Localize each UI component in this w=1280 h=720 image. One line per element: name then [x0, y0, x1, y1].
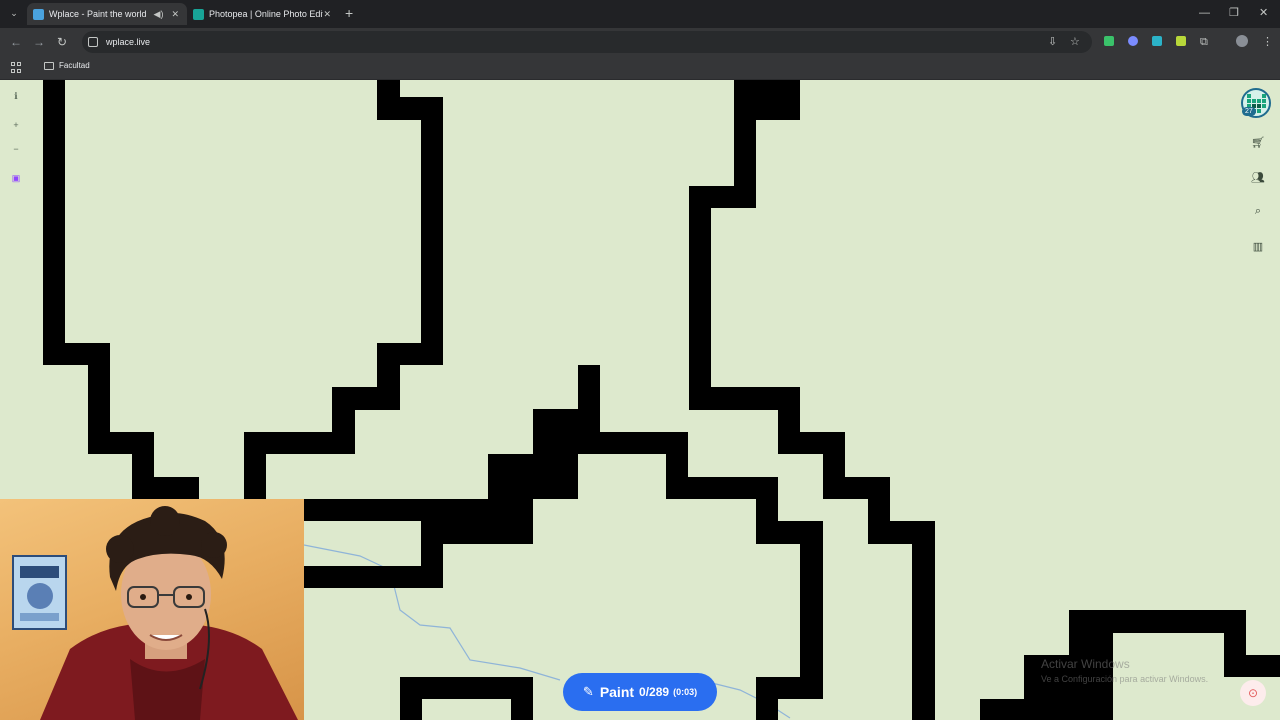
tab-title: Photopea | Online Photo Editor: [209, 9, 324, 19]
info-icon[interactable]: ℹ: [8, 88, 24, 104]
back-icon[interactable]: ←: [10, 34, 22, 50]
browser-menu-icon[interactable]: ⋮: [1262, 35, 1273, 49]
search-location-icon[interactable]: ⌕: [1248, 201, 1268, 221]
tab-photopea[interactable]: Photopea | Online Photo Editor ✕: [187, 3, 339, 25]
browser-tab-strip: ⌄ Wplace - Paint the world ◀) ✕ Photopea…: [0, 0, 1280, 28]
paint-label: Paint: [599, 684, 635, 700]
tab-search-icon[interactable]: ⌄: [6, 5, 22, 21]
paint-button[interactable]: ✎ Paint 0/289 (0:03): [563, 673, 717, 711]
webcam-person-image: [12, 506, 298, 720]
new-tab-icon[interactable]: +: [345, 5, 353, 21]
users-icon[interactable]: 👥︎: [1248, 167, 1268, 187]
tab-close-icon[interactable]: ✕: [323, 9, 331, 20]
tab-title: Wplace - Paint the world: [49, 9, 147, 19]
extension-3-icon[interactable]: [1152, 36, 1162, 46]
restore-icon[interactable]: ❐: [1229, 5, 1239, 21]
zoom-out-icon[interactable]: −: [8, 141, 24, 157]
profile-avatar-icon[interactable]: [1236, 35, 1248, 47]
extension-2-icon[interactable]: [1128, 36, 1138, 46]
bookmark-facultad[interactable]: Facultad: [44, 61, 90, 70]
bookmarks-bar: Facultad: [0, 56, 1280, 80]
extension-4-icon[interactable]: [1176, 36, 1186, 46]
level-badge: 27: [1242, 107, 1256, 116]
site-info-icon[interactable]: [88, 37, 98, 47]
leaderboard-icon[interactable]: ▥: [1248, 236, 1268, 256]
browser-toolbar: ← → ↻ wplace.live ⇩ ☆ ⧉ ⋮: [0, 28, 1280, 56]
watermark-subtitle: Ve a Configuración para activar Windows.: [1041, 674, 1209, 684]
tab-wplace[interactable]: Wplace - Paint the world ◀) ✕: [27, 3, 187, 25]
paint-charges: 0/289: [639, 685, 670, 699]
brush-icon: ✎: [582, 684, 594, 699]
reload-icon[interactable]: ↻: [57, 34, 67, 50]
zoom-in-icon[interactable]: +: [8, 117, 24, 133]
apps-grid-icon[interactable]: [11, 62, 22, 73]
address-bar[interactable]: wplace.live: [82, 31, 1092, 53]
audio-icon[interactable]: ◀): [154, 9, 164, 20]
help-icon[interactable]: ⊙: [1240, 680, 1266, 706]
extensions-puzzle-icon[interactable]: ⧉: [1200, 35, 1208, 49]
watermark-title: Activar Windows: [1041, 657, 1130, 671]
close-window-icon[interactable]: ✕: [1259, 5, 1268, 21]
install-app-icon[interactable]: ⇩: [1048, 35, 1057, 49]
cart-icon[interactable]: 🛒︎: [1248, 132, 1268, 152]
forward-icon[interactable]: →: [33, 34, 45, 50]
folder-icon: [44, 61, 54, 70]
bookmark-star-icon[interactable]: ☆: [1070, 35, 1080, 49]
twitch-icon[interactable]: ▣: [8, 170, 24, 186]
tab-close-icon[interactable]: ✕: [171, 9, 179, 20]
url-text[interactable]: wplace.live: [106, 37, 150, 47]
windows-activation-watermark: Activar Windows Ve a Configuración para …: [1041, 657, 1208, 685]
bookmark-label: Facultad: [59, 61, 90, 70]
webcam-overlay: [0, 499, 304, 720]
photopea-favicon-icon: [193, 8, 204, 20]
minimize-icon[interactable]: —: [1199, 5, 1210, 21]
paint-timer: (0:03): [673, 687, 698, 697]
extension-1-icon[interactable]: [1104, 36, 1114, 46]
wplace-favicon-icon: [33, 8, 44, 20]
